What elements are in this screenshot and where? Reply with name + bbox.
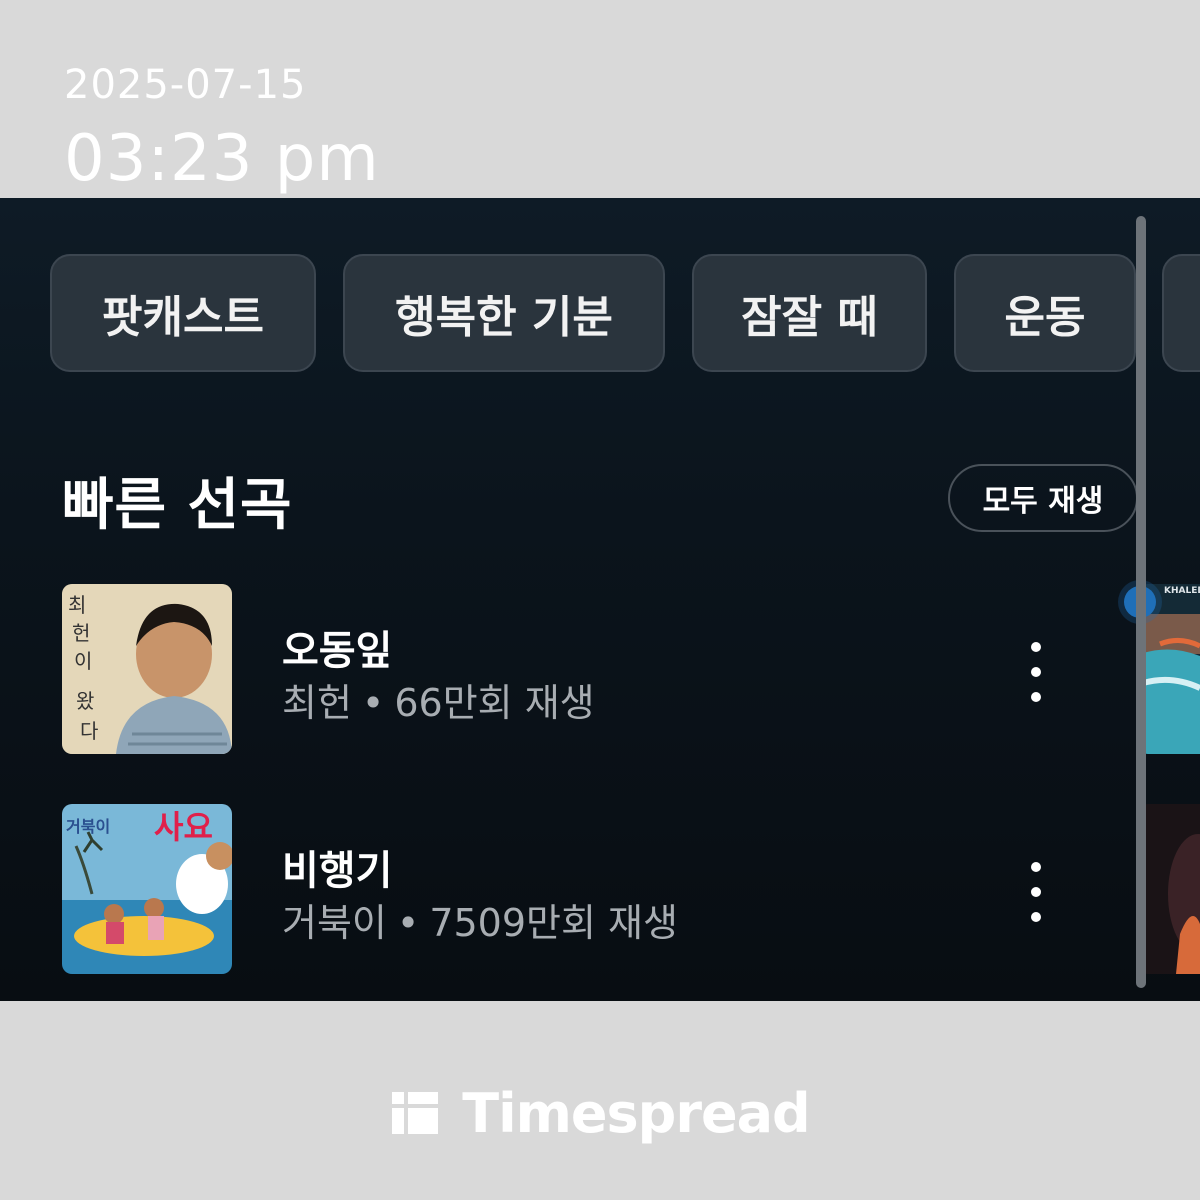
svg-text:최: 최 bbox=[68, 593, 86, 617]
svg-text:사요: 사요 bbox=[154, 808, 213, 846]
chip-happy-mood[interactable]: 행복한 기분 bbox=[343, 254, 665, 372]
album-art: 최 헌 이 왔 다 bbox=[62, 584, 232, 754]
more-options-icon[interactable] bbox=[1020, 642, 1052, 702]
meta-separator: • bbox=[361, 681, 385, 725]
track-artist: 거북이 bbox=[282, 901, 387, 945]
track-meta: 거북이 • 7509만회 재생 bbox=[282, 892, 678, 947]
track-row[interactable]: 거북이 사요 비행기 거북이 • 7509만회 재생 bbox=[0, 804, 1140, 976]
more-options-icon[interactable] bbox=[1020, 862, 1052, 922]
svg-text:왔: 왔 bbox=[76, 689, 94, 713]
album-art: 거북이 사요 bbox=[62, 804, 232, 974]
svg-text:거북이: 거북이 bbox=[66, 817, 110, 836]
mood-chip-row: 팟캐스트 행복한 기분 잠잘 때 운동 bbox=[0, 254, 1200, 376]
track-meta: 최헌 • 66만회 재생 bbox=[282, 672, 595, 727]
track-row[interactable]: 최 헌 이 왔 다 오동잎 최헌 • 66만회 재생 bbox=[0, 584, 1140, 756]
chip-sleep[interactable]: 잠잘 때 bbox=[692, 254, 927, 372]
next-column-art[interactable] bbox=[1140, 804, 1200, 974]
svg-text:다: 다 bbox=[80, 719, 98, 743]
meta-separator: • bbox=[396, 901, 420, 945]
peek-album-label: KHALED bbox=[1164, 586, 1200, 596]
brand-watermark: Timespread bbox=[0, 1078, 1200, 1148]
scrollbar[interactable] bbox=[1136, 216, 1146, 988]
track-artist: 최헌 bbox=[282, 681, 352, 725]
track-title: 비행기 bbox=[282, 848, 393, 894]
date-stamp: 2025-07-15 bbox=[64, 62, 307, 108]
chip-next-partial[interactable] bbox=[1162, 254, 1200, 372]
chip-podcast[interactable]: 팟캐스트 bbox=[50, 254, 316, 372]
play-all-button[interactable]: 모두 재생 bbox=[948, 464, 1138, 532]
track-plays: 66만회 재생 bbox=[394, 681, 595, 725]
timespread-logo-icon bbox=[390, 1088, 440, 1138]
brand-name: Timespread bbox=[462, 1081, 810, 1145]
time-stamp: 03:23 pm bbox=[64, 122, 380, 196]
track-plays: 7509만회 재생 bbox=[429, 901, 678, 945]
section-title-quick-picks: 빠른 선곡 bbox=[62, 473, 293, 538]
svg-text:이: 이 bbox=[74, 649, 92, 673]
music-home-panel: 팟캐스트 행복한 기분 잠잘 때 운동 빠른 선곡 모두 재생 최 헌 이 왔 … bbox=[0, 198, 1200, 1001]
svg-text:헌: 헌 bbox=[72, 621, 90, 645]
track-title: 오동잎 bbox=[282, 628, 393, 674]
chip-workout[interactable]: 운동 bbox=[954, 254, 1136, 372]
